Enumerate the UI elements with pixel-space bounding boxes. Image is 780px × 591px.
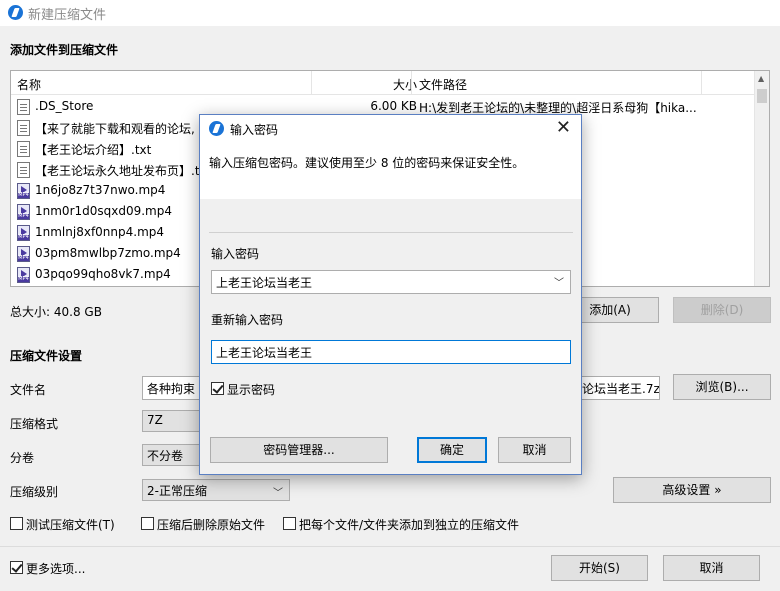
text-file-icon — [17, 162, 30, 178]
column-header-path[interactable]: 文件路径 — [419, 76, 467, 93]
ok-button[interactable]: 确定 — [417, 437, 487, 463]
column-separator[interactable] — [411, 71, 412, 95]
file-name: 1nmlnj8xf0nnp4.mp4 — [35, 225, 165, 239]
more-options-checkbox[interactable] — [10, 561, 23, 574]
app-logo-icon — [8, 5, 23, 20]
column-separator[interactable] — [701, 71, 702, 95]
text-file-icon — [17, 141, 30, 157]
show-password-checkbox[interactable] — [211, 382, 224, 395]
column-header-size[interactable]: 大小 — [393, 76, 417, 93]
split-select[interactable]: 不分卷 — [142, 444, 202, 466]
split-select-value: 不分卷 — [147, 449, 184, 463]
file-size: 6.00 KB — [370, 99, 417, 113]
dialog-titlebar: 输入密码 ✕ — [200, 115, 581, 143]
level-select[interactable]: 2-正常压缩 ﹀ — [142, 479, 290, 501]
level-label: 压缩级别 — [10, 485, 59, 499]
file-name: 【老王论坛介绍】.txt — [35, 143, 152, 157]
chevron-down-icon: ﹀ — [273, 488, 283, 499]
confirm-password-input[interactable]: 上老王论坛当老王 — [211, 340, 571, 364]
password-input[interactable]: 上老王论坛当老王 ﹀ — [211, 270, 571, 294]
file-list-header: 名称 大小 文件路径 — [11, 71, 756, 95]
video-file-icon — [17, 204, 30, 220]
format-label: 压缩格式 — [10, 417, 59, 431]
dialog-description-band: 输入压缩包密码。建议使用至少 8 位的密码来保证安全性。 — [200, 143, 581, 199]
split-label: 分卷 — [10, 451, 35, 465]
dialog-description: 输入压缩包密码。建议使用至少 8 位的密码来保证安全性。 — [209, 156, 525, 170]
file-name: 03pqo99qho8vk7.mp4 — [35, 267, 171, 281]
video-file-icon — [17, 183, 30, 199]
app-logo-icon — [209, 121, 224, 136]
footer-divider — [0, 546, 780, 547]
file-name: .DS_Store — [35, 99, 94, 113]
text-file-icon — [17, 120, 30, 136]
password-dialog: 输入密码 ✕ 输入压缩包密码。建议使用至少 8 位的密码来保证安全性。 输入密码… — [199, 114, 582, 475]
dialog-title: 输入密码 — [230, 123, 279, 137]
separate-archives-label: 把每个文件/文件夹添加到独立的压缩文件 — [299, 518, 520, 532]
more-options-label: 更多选项... — [26, 562, 86, 576]
file-name: 1n6jo8z7t37nwo.mp4 — [35, 183, 166, 197]
dialog-divider — [209, 232, 573, 233]
password-input-value: 上老王论坛当老王 — [216, 276, 313, 290]
file-name: 1nm0r1d0sqxd09.mp4 — [35, 204, 172, 218]
file-list-scrollbar[interactable]: ▲ — [754, 71, 769, 286]
browse-button[interactable]: 浏览(B)... — [673, 374, 771, 400]
column-header-name[interactable]: 名称 — [17, 76, 41, 93]
file-name: 【老王论坛永久地址发布页】.t — [35, 164, 200, 178]
video-file-icon — [17, 225, 30, 241]
delete-button[interactable]: 删除(D) — [673, 297, 771, 323]
add-files-section-title: 添加文件到压缩文件 — [10, 43, 119, 57]
test-archive-checkbox[interactable] — [10, 517, 23, 530]
column-separator[interactable] — [311, 71, 312, 95]
filename-label: 文件名 — [10, 383, 47, 397]
scroll-up-arrow-icon[interactable]: ▲ — [758, 74, 764, 83]
filename-input[interactable]: 各种拘束 各 — [142, 376, 202, 400]
show-password-label: 显示密码 — [227, 383, 276, 397]
settings-section-title: 压缩文件设置 — [10, 349, 83, 363]
file-name: 【来了就能下载和观看的论坛, — [35, 122, 195, 136]
file-name: 03pm8mwlbp7zmo.mp4 — [35, 246, 181, 260]
format-select-value: 7Z — [147, 413, 163, 427]
chevron-down-icon[interactable]: ﹀ — [554, 274, 564, 289]
text-file-icon — [17, 99, 30, 115]
window-titlebar: 新建压缩文件 — [0, 0, 780, 26]
delete-after-label: 压缩后删除原始文件 — [157, 518, 266, 532]
password-manager-button[interactable]: 密码管理器... — [210, 437, 388, 463]
advanced-settings-button[interactable]: 高级设置 » — [613, 477, 771, 503]
test-archive-label: 测试压缩文件(T) — [26, 518, 115, 532]
video-file-icon — [17, 246, 30, 262]
close-icon[interactable]: ✕ — [556, 118, 571, 138]
format-select[interactable]: 7Z — [142, 410, 202, 432]
window-title: 新建压缩文件 — [28, 8, 107, 23]
start-button[interactable]: 开始(S) — [551, 555, 648, 581]
delete-after-checkbox[interactable] — [141, 517, 154, 530]
level-select-value: 2-正常压缩 — [147, 484, 207, 498]
cancel-button[interactable]: 取消 — [663, 555, 760, 581]
filename-input-tail[interactable]: 论坛当老王.7z — [578, 376, 660, 400]
dialog-cancel-button[interactable]: 取消 — [498, 437, 571, 463]
confirm-password-label: 重新输入密码 — [211, 313, 284, 327]
password-label: 输入密码 — [211, 247, 260, 261]
total-size-label: 总大小: 40.8 GB — [10, 305, 102, 319]
separate-archives-checkbox[interactable] — [283, 517, 296, 530]
scrollbar-thumb[interactable] — [757, 89, 767, 103]
video-file-icon — [17, 267, 30, 283]
